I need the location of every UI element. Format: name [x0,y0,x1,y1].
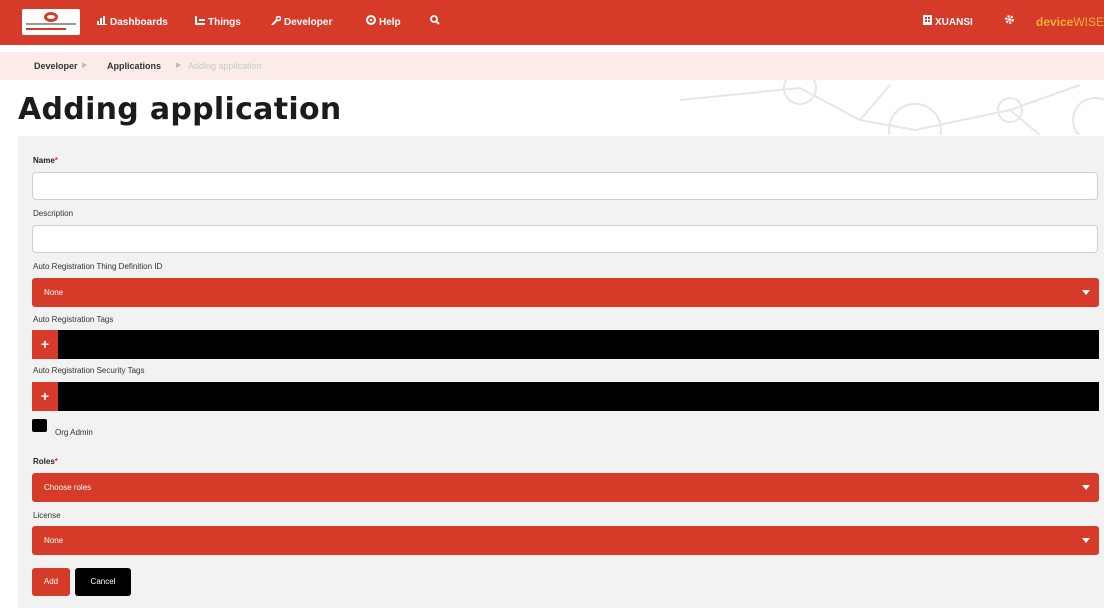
brand-logo[interactable]: deviceWISE [1036,0,1104,45]
breadcrumb-item-applications[interactable]: Applications [107,52,161,80]
roles-value: Choose roles [44,483,92,492]
roles-select[interactable]: Choose roles [32,473,1099,502]
logo-mark [44,12,58,22]
thing-definition-select[interactable]: None [32,278,1099,307]
add-button[interactable]: Add [32,568,70,596]
license-select[interactable]: None [32,526,1099,555]
nav-things[interactable]: Things [195,0,241,45]
breadcrumb-separator: ▶ [82,62,88,69]
cancel-button[interactable]: Cancel [75,568,131,596]
roles-label-text: Roles [33,457,55,466]
wrench-icon [271,0,282,45]
org-label: XUANSI [935,17,973,28]
logo-text-line [26,23,76,25]
header-pattern-decoration [679,80,1104,135]
chevron-down-icon [1082,290,1090,295]
name-field[interactable] [32,172,1098,200]
tags-label: Auto Registration Tags [33,315,114,324]
logo-text-line [26,28,66,30]
org-admin-checkbox[interactable] [32,419,47,432]
plus-icon: + [40,388,50,404]
thing-definition-value: None [44,288,64,297]
chart-icon [97,0,107,45]
nav-developer[interactable]: Developer [271,0,332,45]
security-tags-input-row: + [32,382,1099,411]
tags-input[interactable] [58,330,1099,359]
help-icon [366,0,376,45]
company-logo[interactable] [22,9,80,35]
search-icon [430,0,440,45]
org-admin-label: Org Admin [55,428,93,437]
building-icon [923,0,932,45]
nav-dashboards-label: Dashboards [110,17,168,28]
brand-text-part2: WISE [1073,15,1104,29]
description-label: Description [33,209,74,218]
nav-help-label: Help [379,17,401,28]
add-security-tag-button[interactable]: + [32,382,58,411]
settings-button[interactable] [1004,0,1018,45]
security-tags-input[interactable] [58,382,1099,411]
nav-things-label: Things [208,17,241,28]
top-nav-bar: Dashboards Things Developer Help XUANSI … [0,0,1104,45]
things-icon [195,0,205,45]
nav-help[interactable]: Help [366,0,401,45]
required-mark: * [54,156,58,165]
breadcrumb-separator: ▶ [176,62,182,69]
chevron-down-icon [1082,485,1090,490]
license-label: License [33,511,61,520]
name-label-text: Name [33,156,55,165]
chevron-down-icon [1082,538,1090,543]
breadcrumb-item-current: Adding application [188,61,262,71]
nav-developer-label: Developer [284,17,333,28]
thing-definition-label: Auto Registration Thing Definition ID [33,262,163,271]
required-mark: * [54,457,58,466]
org-menu[interactable]: XUANSI [923,0,973,45]
name-label: Name* [33,156,58,165]
breadcrumb-item-developer[interactable]: Developer [34,52,78,80]
tags-input-row: + [32,330,1099,359]
security-tags-label: Auto Registration Security Tags [33,366,145,375]
license-value: None [44,536,64,545]
description-field[interactable] [32,225,1098,253]
brand-text-part1: device [1036,15,1074,29]
breadcrumb: Developer ▶ Applications ▶ Adding applic… [0,52,1104,80]
roles-label: Roles* [33,457,58,466]
gear-icon [1004,0,1015,45]
plus-icon: + [40,336,50,352]
nav-dashboards[interactable]: Dashboards [97,0,168,45]
search-button[interactable] [430,0,443,45]
add-tag-button[interactable]: + [32,330,58,359]
page-title: Adding application [18,92,342,127]
